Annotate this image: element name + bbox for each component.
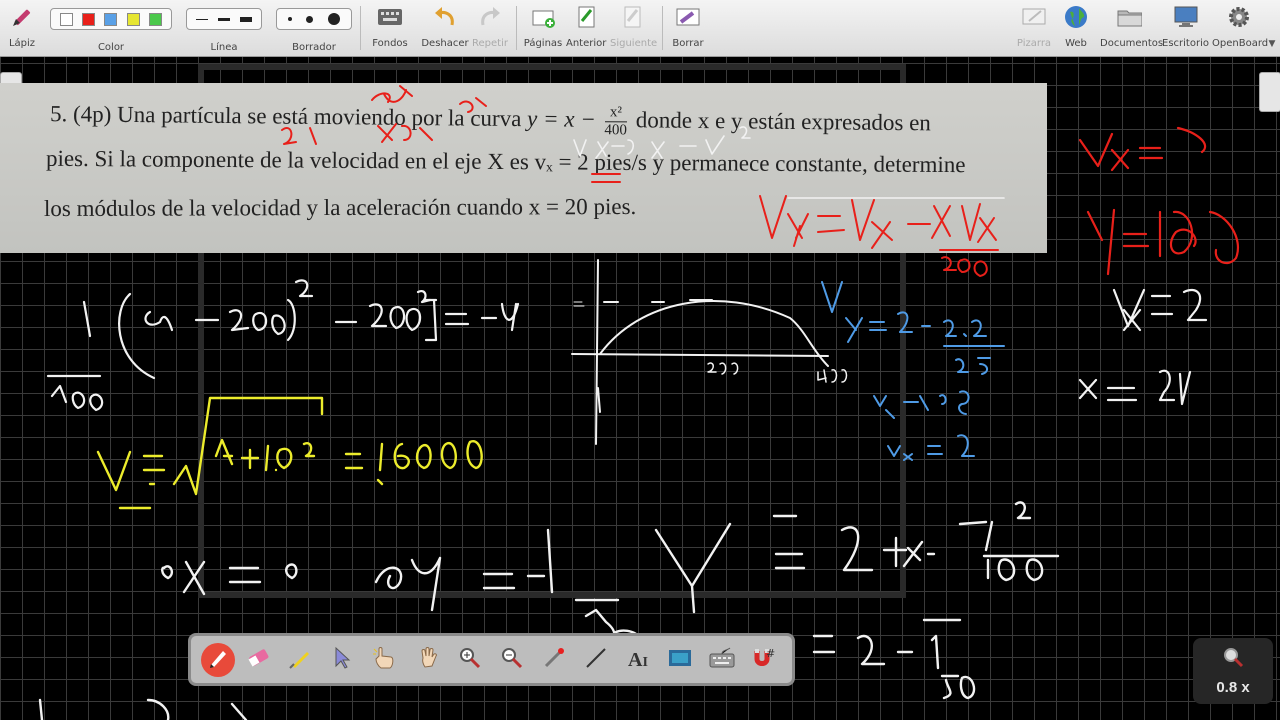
yellow-velocity-magnitude xyxy=(96,396,483,510)
zoom-indicator[interactable]: 0.8 x xyxy=(1193,638,1273,704)
white-notes-right xyxy=(1078,288,1208,406)
straight-line-icon xyxy=(584,646,608,674)
magnet-icon: # xyxy=(751,645,777,675)
zoom-in-icon xyxy=(458,646,482,674)
magnifier-icon xyxy=(1221,646,1245,674)
blue-notes xyxy=(821,281,1005,461)
text-tool[interactable]: AI xyxy=(623,645,653,675)
white-acceleration xyxy=(161,501,1060,652)
hand-pan-tool[interactable] xyxy=(413,645,443,675)
pen-tool[interactable] xyxy=(201,643,235,677)
pointing-hand-icon xyxy=(371,646,397,674)
white-on-problem xyxy=(573,126,1005,199)
red-annotations-on-problem xyxy=(281,85,999,277)
highlighter-icon xyxy=(288,646,312,674)
zoom-level: 0.8 x xyxy=(1216,679,1250,696)
keyboard-icon xyxy=(708,646,736,674)
virtual-keyboard-tool[interactable] xyxy=(707,645,737,675)
cursor-arrow-icon xyxy=(332,646,352,674)
capture-screen-icon xyxy=(667,646,693,674)
selector-tool[interactable] xyxy=(327,645,357,675)
zoom-out-icon xyxy=(500,646,524,674)
eraser-icon xyxy=(246,647,270,673)
pen-icon xyxy=(207,647,229,673)
text-icon: AI xyxy=(628,648,648,671)
line-draw-tool[interactable] xyxy=(581,645,611,675)
white-completing-square xyxy=(46,279,520,412)
zoom-out-tool[interactable] xyxy=(497,645,527,675)
laser-pointer-tool[interactable] xyxy=(539,645,569,675)
parabola-graph xyxy=(571,259,848,445)
laser-pointer-icon xyxy=(542,646,566,674)
zoom-in-tool[interactable] xyxy=(455,645,485,675)
eraser-palette-tool[interactable] xyxy=(243,645,273,675)
highlighter-tool[interactable] xyxy=(285,645,315,675)
magnet-tool[interactable]: # xyxy=(749,645,779,675)
capture-tool[interactable] xyxy=(665,645,695,675)
red-notes-right xyxy=(1078,126,1239,276)
handwriting-layer xyxy=(38,85,1239,720)
svg-text:#: # xyxy=(766,647,775,660)
hand-icon xyxy=(416,646,440,674)
tool-palette: AI # xyxy=(188,633,795,686)
interact-tool[interactable] xyxy=(369,645,399,675)
